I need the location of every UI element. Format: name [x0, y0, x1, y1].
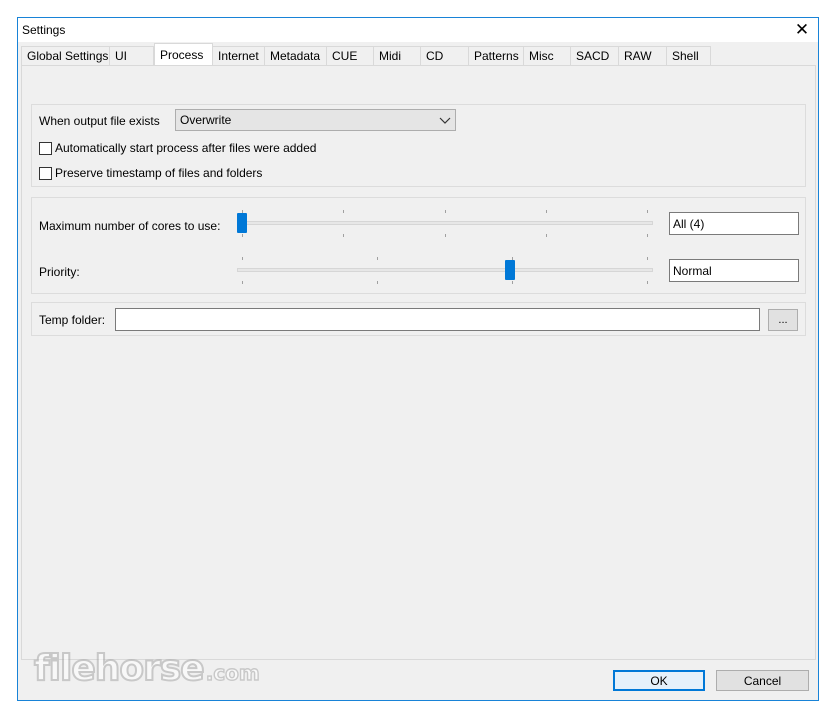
cores-slider[interactable] — [237, 208, 653, 238]
cores-slider-thumb[interactable] — [237, 213, 247, 233]
cancel-button[interactable]: Cancel — [716, 670, 809, 691]
process-tab-panel: When output file exists Overwrite Automa… — [21, 65, 816, 660]
priority-slider-track — [237, 268, 653, 272]
close-button[interactable]: ✕ — [786, 18, 818, 42]
tab-process[interactable]: Process — [154, 43, 213, 67]
watermark-suffix: .com — [205, 660, 260, 685]
temp-folder-input[interactable] — [115, 308, 760, 331]
cores-tick — [343, 210, 344, 213]
cores-slider-track — [237, 221, 653, 225]
cores-tick — [647, 210, 648, 213]
cores-tick — [343, 234, 344, 237]
tab-cd[interactable]: CD — [421, 46, 469, 67]
close-icon: ✕ — [794, 20, 810, 39]
priority-slider[interactable] — [237, 255, 653, 285]
cores-tick — [647, 234, 648, 237]
tab-raw[interactable]: RAW — [619, 46, 667, 67]
priority-slider-thumb[interactable] — [505, 260, 515, 280]
tab-ui[interactable]: UI — [110, 46, 154, 67]
cores-value-field[interactable]: All (4) — [669, 212, 799, 235]
settings-window: Settings ✕ Global Settings UI Process In… — [17, 17, 819, 701]
output-exists-value: Overwrite — [180, 113, 232, 127]
cores-tick — [242, 234, 243, 237]
output-options-group: When output file exists Overwrite Automa… — [31, 104, 806, 187]
tab-patterns[interactable]: Patterns — [469, 46, 524, 67]
auto-start-checkbox[interactable] — [39, 141, 52, 155]
browse-button[interactable]: ... — [768, 309, 798, 331]
tab-misc[interactable]: Misc — [524, 46, 571, 67]
preserve-timestamp-checkbox[interactable] — [39, 166, 52, 180]
priority-tick — [242, 281, 243, 284]
priority-value: Normal — [673, 264, 712, 278]
watermark-brand: filehorse — [33, 647, 206, 690]
tab-sacd[interactable]: SACD — [571, 46, 619, 67]
cores-value: All (4) — [673, 217, 705, 231]
tab-shell[interactable]: Shell — [667, 46, 711, 67]
title-bar[interactable]: Settings ✕ — [18, 18, 818, 42]
auto-start-row[interactable]: Automatically start process after files … — [39, 141, 316, 155]
priority-tick — [242, 257, 243, 260]
tab-global-settings[interactable]: Global Settings — [21, 46, 110, 67]
preserve-timestamp-row[interactable]: Preserve timestamp of files and folders — [39, 166, 262, 180]
window-title: Settings — [22, 23, 66, 37]
priority-tick — [647, 257, 648, 260]
priority-tick — [647, 281, 648, 284]
temp-folder-group: Temp folder: ... — [31, 302, 806, 336]
output-exists-label: When output file exists — [39, 114, 160, 128]
output-exists-select[interactable]: Overwrite — [175, 109, 456, 131]
cores-label: Maximum number of cores to use: — [39, 219, 221, 233]
tab-strip: Global Settings UI Process Internet Meta… — [21, 43, 711, 67]
priority-tick — [377, 281, 378, 284]
performance-group: Maximum number of cores to use: All (4) … — [31, 197, 806, 294]
cores-tick — [546, 234, 547, 237]
tab-cue[interactable]: CUE — [327, 46, 374, 67]
temp-folder-label: Temp folder: — [39, 313, 106, 327]
tab-metadata[interactable]: Metadata — [265, 46, 327, 67]
priority-label: Priority: — [39, 265, 80, 279]
tab-internet[interactable]: Internet — [213, 46, 265, 67]
ok-button[interactable]: OK — [613, 670, 705, 691]
priority-value-field[interactable]: Normal — [669, 259, 799, 282]
filehorse-watermark: filehorse .com — [33, 647, 260, 690]
preserve-timestamp-label: Preserve timestamp of files and folders — [55, 166, 263, 180]
auto-start-label: Automatically start process after files … — [55, 141, 317, 155]
tab-midi[interactable]: Midi — [374, 46, 421, 67]
chevron-down-icon — [439, 117, 451, 124]
cores-tick — [445, 234, 446, 237]
cores-tick — [546, 210, 547, 213]
priority-tick — [512, 281, 513, 284]
cores-tick — [445, 210, 446, 213]
priority-tick — [377, 257, 378, 260]
